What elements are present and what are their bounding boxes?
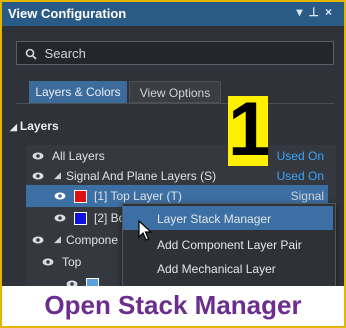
list-item-label: Compone <box>66 233 119 247</box>
visibility-eye-icon[interactable] <box>54 212 66 224</box>
menu-item-add-mechanical-layer[interactable]: Add Mechanical Layer <box>123 256 333 280</box>
list-item-label: All Layers <box>52 149 105 163</box>
tab-layers-colors[interactable]: Layers & Colors <box>29 81 127 103</box>
close-icon[interactable]: × <box>325 5 338 19</box>
mouse-cursor-icon <box>138 220 153 241</box>
list-item-signal-plane[interactable]: ◢ Signal And Plane Layers (S) Used On <box>26 165 328 187</box>
list-item-label: [2] Bo <box>94 211 126 225</box>
menu-item-layer-stack-manager[interactable]: Layer Stack Manager <box>123 206 333 230</box>
caption-text: Open Stack Manager <box>44 290 302 320</box>
pin-icon[interactable]: ⊥ <box>309 5 325 19</box>
view-configuration-panel: View Configuration ▾⊥× Search Layers & C… <box>0 0 346 328</box>
section-label: Layers <box>19 119 59 133</box>
collapse-arrow-icon[interactable]: ◢ <box>10 122 17 132</box>
layer-color-swatch[interactable] <box>74 190 87 203</box>
panel-titlebar: View Configuration ▾⊥× <box>2 2 344 26</box>
expand-arrow-icon[interactable]: ◢ <box>54 170 61 181</box>
layer-type: Signal <box>290 189 324 203</box>
context-menu: Layer Stack Manager Add Component Layer … <box>122 203 336 291</box>
layer-color-swatch[interactable] <box>74 212 87 225</box>
layers-section-header[interactable]: ◢ Layers <box>10 119 59 133</box>
menu-item-add-component-layer-pair[interactable]: Add Component Layer Pair <box>123 232 333 256</box>
visibility-eye-icon[interactable] <box>32 234 44 246</box>
expand-arrow-icon[interactable]: ◢ <box>54 234 61 245</box>
caption-banner: Open Stack Manager <box>2 286 344 326</box>
chevron-down-icon[interactable]: ▾ <box>297 5 309 19</box>
search-input[interactable]: Search <box>16 41 334 65</box>
tab-divider <box>16 103 334 104</box>
list-item-label: Signal And Plane Layers (S) <box>66 169 217 183</box>
step-number: 1 <box>228 87 271 172</box>
visibility-eye-icon[interactable] <box>42 256 54 268</box>
search-icon <box>25 48 37 60</box>
used-on-column-header[interactable]: Used On <box>277 169 324 183</box>
used-on-column-header[interactable]: Used On <box>277 149 324 163</box>
list-item-label: [1] Top Layer (T) <box>94 189 182 203</box>
step-number-badge: 1 <box>228 90 270 170</box>
visibility-eye-icon[interactable] <box>32 170 44 182</box>
visibility-eye-icon[interactable] <box>32 150 44 162</box>
list-item-label: Top <box>62 255 82 269</box>
panel-title: View Configuration <box>8 6 127 21</box>
list-item-all-layers[interactable]: All Layers Used On <box>26 145 328 167</box>
tab-view-options[interactable]: View Options <box>129 81 221 103</box>
visibility-eye-icon[interactable] <box>54 190 66 202</box>
search-placeholder: Search <box>44 46 86 61</box>
